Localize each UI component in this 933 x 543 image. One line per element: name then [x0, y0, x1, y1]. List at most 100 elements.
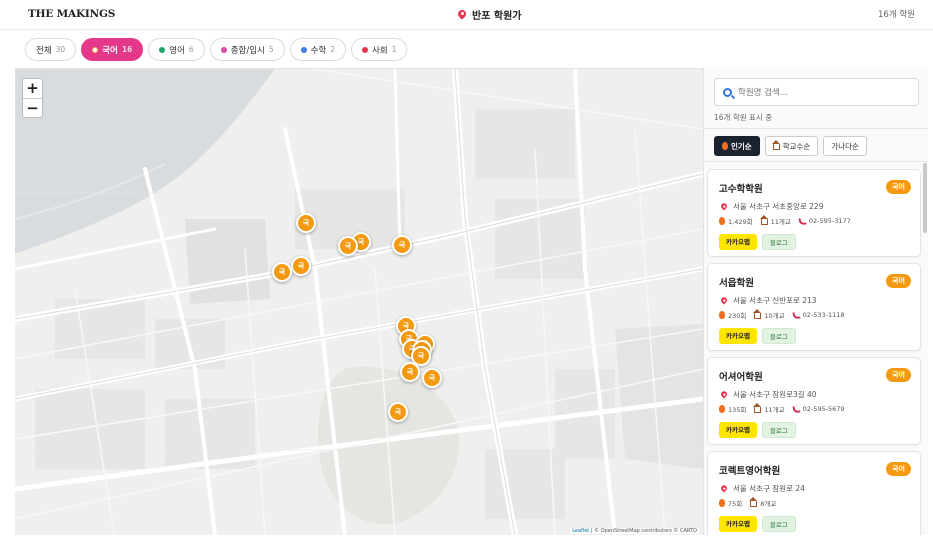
view-count-text: 1,429회 — [728, 218, 753, 226]
kakao-map-button[interactable]: 카카오맵 — [719, 328, 757, 344]
search-icon — [723, 87, 732, 97]
filter-chip-count: 30 — [55, 45, 66, 54]
subject-badge: 국어 — [886, 274, 911, 288]
fire-icon — [719, 405, 725, 413]
sort-alphabetical-button[interactable]: 가나다순 — [823, 136, 867, 156]
filter-chip-comprehensive[interactable]: 종합/입시 5 — [209, 38, 285, 61]
sort-options: 인기순 학교수순 가나다순 — [714, 136, 867, 156]
map-marker[interactable]: 국 — [296, 213, 316, 233]
academy-address: 서울 서초구 서초중앙로 229 — [720, 201, 823, 212]
academy-address: 서울 서초구 신반포로 213 — [720, 295, 817, 306]
attribution-text: | © OpenStreetMap contributors © CARTO — [589, 528, 697, 534]
phone-number[interactable]: 02-595-5679 — [792, 404, 845, 414]
view-count-text: 75회 — [728, 500, 743, 508]
school-count-text: 11개교 — [764, 406, 785, 414]
card-actions: 카카오맵 블로그 — [719, 328, 796, 344]
phone-icon — [792, 404, 801, 414]
panel-scrollbar[interactable] — [923, 163, 927, 233]
page-title: 반포 학원가 — [458, 7, 521, 22]
academy-card[interactable]: 코렉트영어학원 국어 서울 서초구 잠원로 24 75회 8개교 카카오맵 블로… — [707, 451, 921, 535]
blog-button[interactable]: 블로그 — [761, 328, 796, 344]
phone-number[interactable]: 02-595-3177 — [798, 216, 851, 226]
school-icon — [753, 309, 762, 319]
map-view[interactable]: + − 국 국 국 국 국 국 국 국 국 국 국 국 국 국 국 Leafle… — [15, 68, 703, 535]
academy-card[interactable]: 어셔어학원 국어 서울 서초구 잠원로3길 40 135회 11개교 02-59… — [707, 357, 921, 445]
school-count-text: 8개교 — [760, 500, 777, 508]
card-actions: 카카오맵 블로그 — [719, 516, 796, 532]
results-panel: 학원명 검색... 16개 학원 표시 중 인기순 학교수순 가나다순 고수학학… — [703, 68, 928, 535]
divider — [704, 128, 928, 129]
view-count-text: 230회 — [728, 312, 747, 320]
fire-icon — [719, 311, 725, 319]
sort-popular-button[interactable]: 인기순 — [714, 136, 760, 156]
attribution-leaflet-link[interactable]: Leaflet — [572, 528, 589, 534]
subject-badge: 국어 — [886, 462, 911, 476]
map-marker[interactable]: 국 — [400, 362, 420, 382]
card-actions: 카카오맵 블로그 — [719, 422, 796, 438]
blog-button[interactable]: 블로그 — [761, 422, 796, 438]
school-icon — [749, 497, 758, 507]
map-attribution: Leaflet | © OpenStreetMap contributors ©… — [570, 528, 699, 534]
filter-chip-social[interactable]: 사회 1 — [351, 38, 408, 61]
fire-icon — [719, 217, 725, 225]
blog-button[interactable]: 블로그 — [761, 234, 796, 250]
blog-button[interactable]: 블로그 — [761, 516, 796, 532]
zoom-in-button[interactable]: + — [23, 79, 42, 98]
filter-chip-math[interactable]: 수학 2 — [289, 38, 347, 61]
school-icon — [753, 403, 762, 413]
search-box[interactable]: 학원명 검색... — [714, 78, 919, 106]
school-icon — [771, 140, 780, 150]
address-text: 서울 서초구 잠원로3길 40 — [733, 390, 817, 399]
filter-chip-all[interactable]: 전체 30 — [25, 38, 77, 61]
map-marker[interactable]: 국 — [388, 402, 408, 422]
filter-chip-count: 16 — [121, 45, 133, 54]
zoom-out-button[interactable]: − — [23, 98, 42, 117]
map-marker[interactable]: 국 — [422, 368, 442, 388]
map-marker[interactable]: 국 — [291, 256, 311, 276]
school-icon — [759, 215, 768, 225]
location-pin-icon — [458, 10, 466, 20]
location-pin-icon — [721, 203, 727, 211]
map-marker[interactable]: 국 — [338, 236, 358, 256]
dot-icon — [92, 46, 99, 53]
kakao-map-button[interactable]: 카카오맵 — [719, 234, 757, 250]
view-count-text: 135회 — [728, 406, 747, 414]
filter-chip-label: 영어 — [169, 45, 185, 56]
dot-icon — [220, 46, 227, 53]
academy-address: 서울 서초구 잠원로3길 40 — [720, 389, 817, 400]
sort-school-count-button[interactable]: 학교수순 — [764, 136, 819, 156]
school-count: 8개교 — [749, 497, 777, 508]
filter-chip-count: 1 — [391, 45, 397, 54]
kakao-map-button[interactable]: 카카오맵 — [719, 516, 757, 532]
filter-chip-label: 수학 — [310, 45, 327, 56]
divider — [704, 161, 928, 162]
view-count: 230회 — [719, 310, 746, 320]
filter-chip-count: 2 — [330, 45, 336, 54]
address-text: 서울 서초구 잠원로 24 — [733, 484, 805, 493]
filter-chip-count: 5 — [268, 45, 274, 54]
kakao-map-button[interactable]: 카카오맵 — [719, 422, 757, 438]
dot-icon — [300, 46, 307, 53]
map-marker[interactable]: 국 — [392, 235, 412, 255]
address-text: 서울 서초구 신반포로 213 — [733, 296, 817, 305]
phone-number[interactable]: 02-533-1118 — [792, 310, 845, 320]
academy-count: 16개 학원 — [878, 10, 915, 20]
page-title-text: 반포 학원가 — [472, 11, 522, 22]
subject-badge: 국어 — [886, 180, 911, 194]
logo[interactable]: THE MAKINGS — [28, 8, 115, 20]
search-input[interactable]: 학원명 검색... — [738, 86, 788, 98]
filter-chip-korean[interactable]: 국어 16 — [81, 38, 144, 61]
academy-card[interactable]: 고수학학원 국어 서울 서초구 서초중앙로 229 1,429회 11개교 02… — [707, 169, 921, 257]
sort-label: 인기순 — [731, 141, 752, 151]
fire-icon — [722, 142, 728, 150]
academy-card[interactable]: 서읍학원 국어 서울 서초구 신반포로 213 230회 10개교 02-533… — [707, 263, 921, 351]
view-count: 135회 — [719, 404, 746, 414]
academy-name: 어셔어학원 — [719, 372, 763, 383]
subject-badge: 국어 — [886, 368, 911, 382]
academy-name: 서읍학원 — [719, 278, 754, 289]
map-tiles — [15, 69, 703, 535]
school-count-text: 11개교 — [770, 218, 791, 226]
map-marker[interactable]: 국 — [272, 262, 292, 282]
filter-chip-english[interactable]: 영어 6 — [148, 38, 205, 61]
view-count: 1,429회 — [719, 216, 753, 226]
